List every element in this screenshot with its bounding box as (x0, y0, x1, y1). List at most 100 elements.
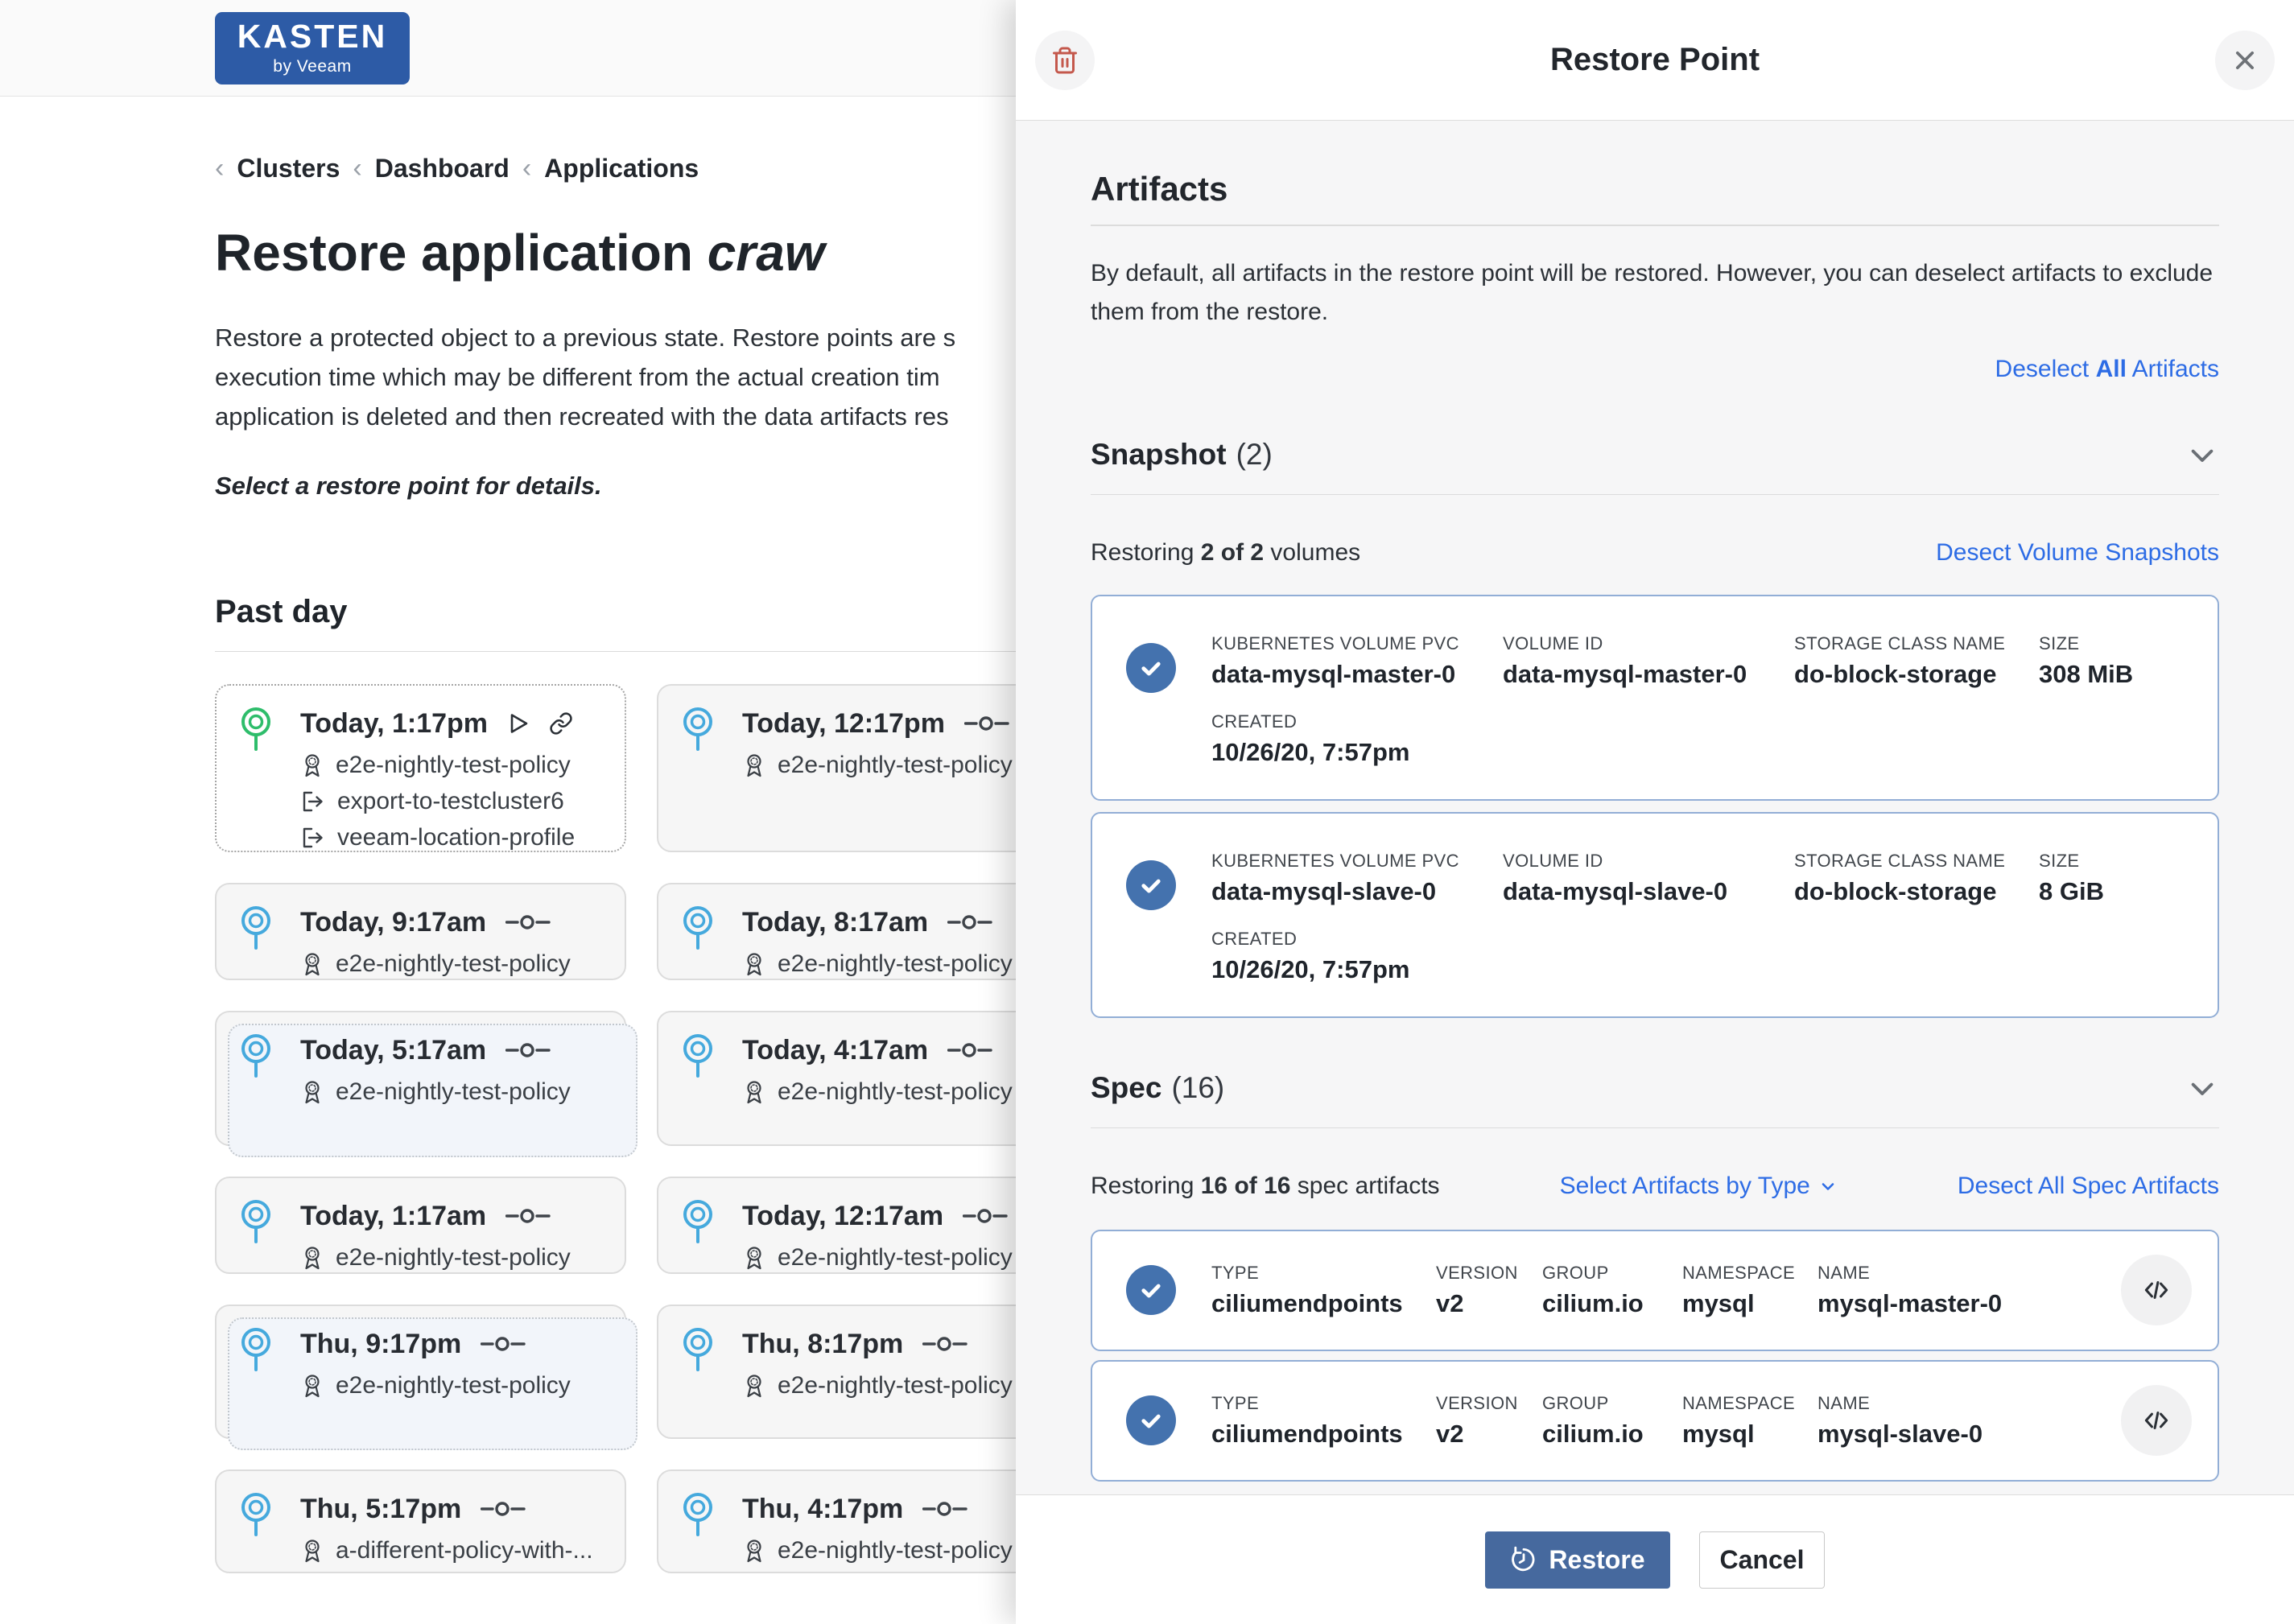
restore-point-pin-icon (237, 1490, 274, 1539)
restore-point-card-header: Thu, 8:17pm (742, 1327, 1050, 1361)
policy-badge-icon (300, 1079, 324, 1105)
restore-point-pin-icon (679, 1325, 716, 1374)
restore-point-card[interactable]: Today, 9:17ame2e-nightly-test-policy (215, 883, 626, 980)
snapshot-section-header: Snapshot(2) (1091, 436, 2219, 473)
deselect-all-row: Deselect All Artifacts (1091, 356, 2219, 385)
policy-name: e2e-nightly-test-policy (336, 752, 571, 779)
policy-row: veeam-location-profile (300, 824, 609, 851)
segment-icon (505, 1208, 551, 1224)
policy-row: e2e-nightly-test-policy (300, 1244, 609, 1272)
code-icon (2141, 1405, 2172, 1436)
field-label: TYPE (1211, 1393, 1436, 1414)
policy-name: e2e-nightly-test-policy (336, 1372, 571, 1399)
field: STORAGE CLASS NAMEdo-block-storage (1794, 633, 2039, 689)
restore-point-time: Today, 5:17am (300, 1035, 486, 1066)
field-label: KUBERNETES VOLUME PVC (1211, 633, 1503, 654)
field: GROUPcilium.io (1542, 1263, 1682, 1318)
artifacts-description: By default, all artifacts in the restore… (1091, 254, 2219, 332)
restore-point-card-rows: e2e-nightly-test-policy (742, 1078, 1050, 1106)
page-title-application-name: craw (708, 224, 825, 282)
restore-point-card[interactable]: Today, 4:17ame2e-nightly-test-policy (657, 1011, 1068, 1146)
policy-row: a-different-policy-with-... (300, 1537, 609, 1564)
field: NAMEmysql-master-0 (1817, 1263, 2121, 1318)
checked-checkbox-icon[interactable] (1126, 1395, 1176, 1445)
restore-point-time: Today, 1:17am (300, 1201, 486, 1232)
restore-point-pin-icon (679, 1197, 716, 1246)
field-value: 308 MiB (2039, 660, 2218, 689)
chevron-down-icon[interactable] (2185, 438, 2219, 472)
deselect-all-spec-artifacts-link[interactable]: Desect All Spec Artifacts (1958, 1173, 2219, 1200)
field-label: GROUP (1542, 1393, 1682, 1414)
spec-artifact-card: TYPEciliumendpointsVERSIONv2GROUPcilium.… (1091, 1360, 2219, 1482)
restore-point-card[interactable]: Today, 1:17am e2e-nightly-test-policy (215, 1177, 626, 1274)
select-artifacts-by-type-link[interactable]: Select Artifacts by Type (1560, 1173, 1838, 1200)
link-icon[interactable] (549, 711, 573, 736)
policy-badge-icon (742, 1245, 766, 1271)
field-label: CREATED (1211, 711, 2218, 732)
restore-point-card-rows: e2e-nightly-test-policy (300, 1078, 609, 1106)
chevron-down-icon[interactable] (2185, 1071, 2219, 1105)
view-yaml-button[interactable] (2121, 1385, 2192, 1456)
deselect-volume-snapshots-link[interactable]: Desect Volume Snapshots (1936, 539, 2219, 567)
restore-point-time: Today, 12:17am (742, 1201, 943, 1232)
checked-checkbox-icon[interactable] (1126, 860, 1176, 910)
view-yaml-button[interactable] (2121, 1255, 2192, 1325)
field-value: do-block-storage (1794, 877, 2039, 906)
restore-point-card[interactable]: Today, 12:17am e2e-nightly-test-policy (657, 1177, 1068, 1274)
field-label: TYPE (1211, 1263, 1436, 1284)
field-value: data-mysql-master-0 (1503, 660, 1794, 689)
restore-point-card[interactable]: Today, 5:17am e2e-nightly-test-policy (215, 1011, 626, 1146)
restore-point-card-rows: e2e-nightly-test-policy (742, 1244, 1050, 1272)
export-icon (300, 789, 326, 814)
restore-point-card[interactable]: Today, 12:17pme2e-nightly-test-policy (657, 684, 1068, 852)
restore-point-panel-header: Restore Point (1016, 0, 2294, 121)
field: SIZE 308 MiB (2039, 633, 2218, 689)
field-value: data-mysql-slave-0 (1503, 877, 1794, 906)
field: TYPEciliumendpoints (1211, 1393, 1436, 1449)
breadcrumb-item-clusters[interactable]: Clusters (237, 154, 340, 183)
field-label: SIZE (2039, 633, 2218, 654)
restore-point-card-header: Today, 1:17am (300, 1199, 609, 1233)
run-restore-icon[interactable] (507, 711, 530, 736)
restore-point-card[interactable]: Today, 8:17ame2e-nightly-test-policy (657, 883, 1068, 980)
restore-point-card[interactable]: Thu, 4:17pme2e-nightly-test-policy (657, 1469, 1068, 1573)
segment-icon (947, 914, 992, 930)
segment-icon (964, 715, 1009, 732)
panel-title: Restore Point (1095, 42, 2215, 78)
policy-row: e2e-nightly-test-policy (742, 1244, 1050, 1272)
close-panel-button[interactable] (2215, 31, 2275, 90)
policy-name: e2e-nightly-test-policy (778, 1537, 1013, 1564)
field-value: mysql (1682, 1289, 1817, 1318)
restore-button[interactable]: Restore (1485, 1531, 1670, 1589)
restore-point-card[interactable]: Thu, 5:17pma-different-policy-with-... (215, 1469, 626, 1573)
breadcrumb-chevron-icon: ‹ (353, 153, 361, 184)
cancel-button[interactable]: Cancel (1699, 1531, 1825, 1589)
checked-checkbox-icon[interactable] (1126, 643, 1176, 693)
delete-restore-point-button[interactable] (1035, 31, 1095, 90)
policy-badge-icon (742, 752, 766, 778)
restore-point-card[interactable]: Thu, 9:17pme2e-nightly-test-policy (215, 1305, 626, 1439)
export-icon (300, 826, 326, 850)
restore-point-pin-icon (237, 1325, 274, 1374)
field-value: v2 (1436, 1420, 1542, 1449)
breadcrumb-item-dashboard[interactable]: Dashboard (375, 154, 510, 183)
volume-cards: KUBERNETES VOLUME PVCdata-mysql-master-0… (1091, 595, 2219, 1018)
kasten-logo-name: KASTEN (237, 20, 388, 53)
checked-checkbox-icon[interactable] (1126, 1265, 1176, 1315)
spec-section-title: Spec(16) (1091, 1071, 1224, 1105)
restore-point-card[interactable]: Thu, 8:17pm e2e-nightly-test-policy (657, 1305, 1068, 1439)
policy-name: e2e-nightly-test-policy (778, 950, 1013, 978)
field-label: NAMESPACE (1682, 1263, 1817, 1284)
kasten-logo[interactable]: KASTEN by Veeam (215, 12, 410, 84)
volume-artifact-card: KUBERNETES VOLUME PVCdata-mysql-master-0… (1091, 595, 2219, 801)
artifacts-heading: Artifacts (1091, 170, 2219, 226)
field: KUBERNETES VOLUME PVCdata-mysql-master-0 (1211, 633, 1503, 689)
restore-point-card-rows: e2e-nightly-test-policy (742, 1372, 1050, 1399)
breadcrumb-item-applications[interactable]: Applications (544, 154, 699, 183)
restore-point-pin-icon (679, 705, 716, 753)
segment-icon (922, 1501, 968, 1517)
deselect-all-artifacts-link[interactable]: Deselect All Artifacts (1995, 356, 2219, 382)
restore-point-card[interactable]: Today, 1:17pme2e-nightly-test-policyexpo… (215, 684, 626, 852)
field: VERSIONv2 (1436, 1263, 1542, 1318)
field-label: GROUP (1542, 1263, 1682, 1284)
